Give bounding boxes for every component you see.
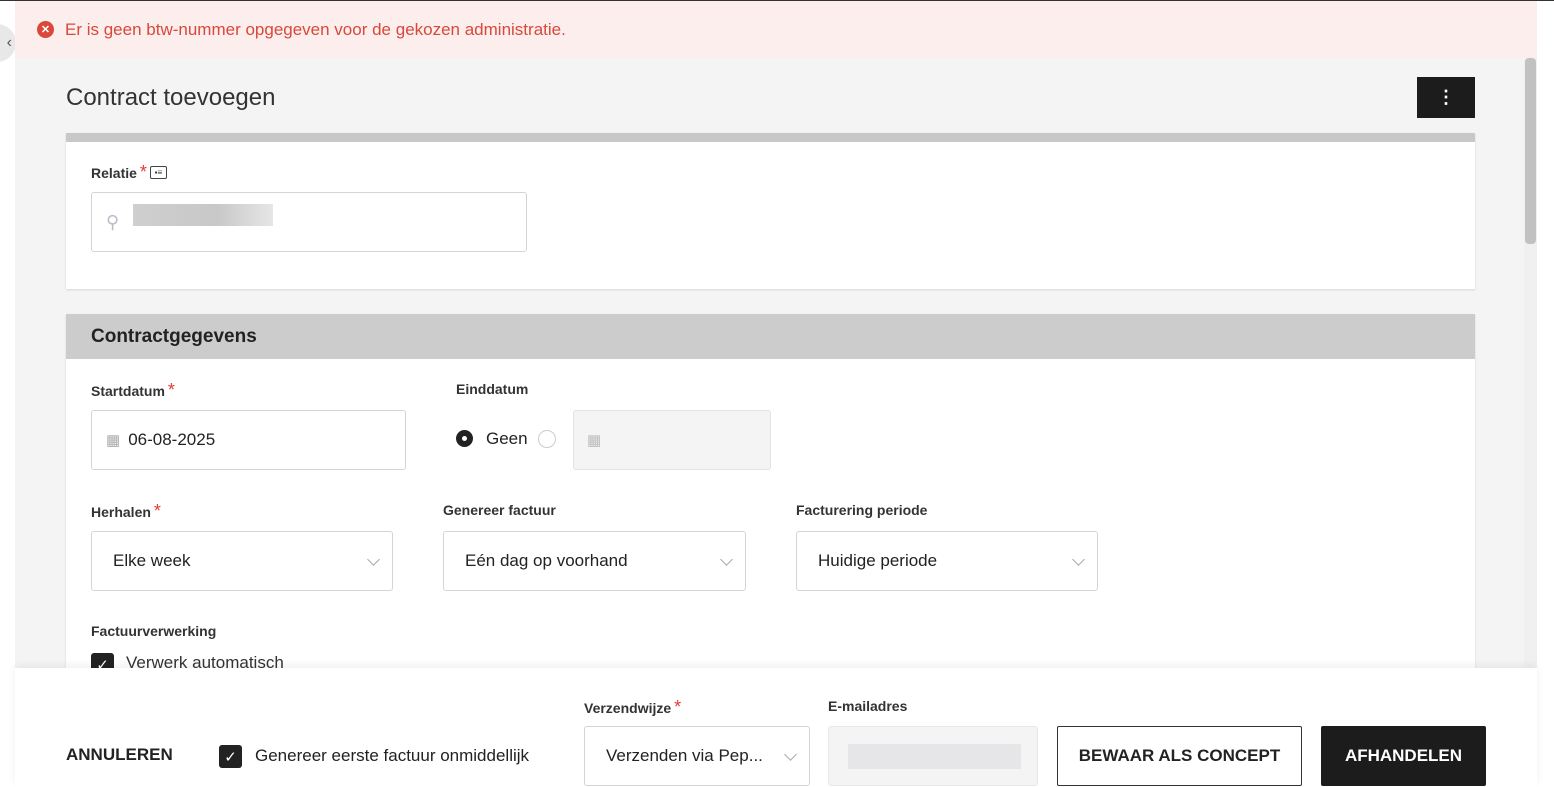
startdatum-input[interactable]: ▦ 06-08-2025	[91, 410, 406, 470]
einddatum-date-radio[interactable]	[538, 430, 556, 448]
scrollbar-thumb[interactable]	[1525, 58, 1536, 244]
genereer-factuur-select[interactable]: Eén dag op voorhand	[443, 531, 746, 591]
contractgegevens-card: Contractgegevens	[66, 314, 1475, 674]
error-icon: ✕	[37, 21, 54, 38]
startdatum-label-row: Startdatum *	[91, 380, 175, 401]
calendar-icon: ▦	[587, 432, 602, 449]
cancel-button[interactable]: ANNULEREN	[66, 745, 173, 765]
herhalen-select[interactable]: Elke week	[91, 531, 393, 591]
chevron-down-icon	[720, 553, 733, 566]
facturering-periode-select[interactable]: Huidige periode	[796, 531, 1098, 591]
verzendwijze-value: Verzenden via Pep...	[606, 746, 763, 765]
save-draft-button[interactable]: BEWAAR ALS CONCEPT	[1057, 726, 1302, 786]
email-input[interactable]	[828, 726, 1038, 786]
genereer-factuur-value: Eén dag op voorhand	[465, 551, 628, 570]
einddatum-label: Einddatum	[456, 381, 529, 397]
chevron-down-icon	[367, 553, 380, 566]
error-banner: ✕ Er is geen btw-nummer opgegeven voor d…	[15, 1, 1537, 58]
chevron-left-icon: ‹	[6, 34, 12, 51]
genereer-factuur-label: Genereer factuur	[443, 502, 556, 518]
relatie-search-input[interactable]: ⚲	[91, 192, 527, 252]
search-icon: ⚲	[106, 211, 120, 232]
herhalen-value: Elke week	[113, 551, 191, 570]
startdatum-label: Startdatum	[91, 383, 165, 399]
chevron-down-icon	[784, 748, 797, 761]
verzendwijze-label: Verzendwijze	[584, 700, 672, 716]
required-marker: *	[674, 697, 682, 717]
facturering-periode-label: Facturering periode	[796, 502, 928, 518]
required-marker: *	[139, 162, 147, 182]
startdatum-value: 06-08-2025	[128, 430, 216, 449]
page-title: Contract toevoegen	[66, 84, 276, 111]
einddatum-none-radio[interactable]	[456, 430, 473, 447]
more-options-button[interactable]: ⋮	[1417, 77, 1475, 118]
calendar-icon: ▦	[106, 432, 121, 449]
email-label: E-mailadres	[828, 698, 908, 714]
left-strip	[0, 1, 15, 787]
einddatum-none-label: Geen	[486, 429, 528, 448]
required-marker: *	[153, 501, 161, 521]
chevron-down-icon	[1072, 553, 1085, 566]
checkmark-icon: ✓	[224, 748, 237, 766]
factuurverwerking-label: Factuurverwerking	[91, 623, 217, 639]
verzendwijze-label-row: Verzendwijze *	[584, 697, 681, 718]
relatie-label-row: Relatie * ▪≡	[91, 162, 167, 183]
submit-button[interactable]: AFHANDELEN	[1321, 726, 1486, 786]
relatie-value-redacted	[133, 204, 274, 226]
section-title: Contractgegevens	[66, 314, 1475, 359]
herhalen-label-row: Herhalen *	[91, 501, 161, 522]
email-value-redacted	[848, 743, 1021, 769]
first-invoice-checkbox[interactable]: ✓	[219, 745, 242, 768]
herhalen-label: Herhalen	[91, 504, 151, 520]
contact-card-icon[interactable]: ▪≡	[149, 166, 167, 179]
relatie-label: Relatie	[91, 164, 137, 181]
first-invoice-label: Genereer eerste factuur onmiddellijk	[255, 746, 530, 765]
facturering-periode-value: Huidige periode	[818, 551, 938, 570]
error-message: Er is geen btw-nummer opgegeven voor de …	[65, 19, 566, 39]
verzendwijze-select[interactable]: Verzenden via Pep...	[584, 726, 810, 786]
einddatum-input[interactable]: ▦	[573, 410, 771, 470]
kebab-icon: ⋮	[1437, 87, 1455, 107]
required-marker: *	[167, 380, 175, 400]
